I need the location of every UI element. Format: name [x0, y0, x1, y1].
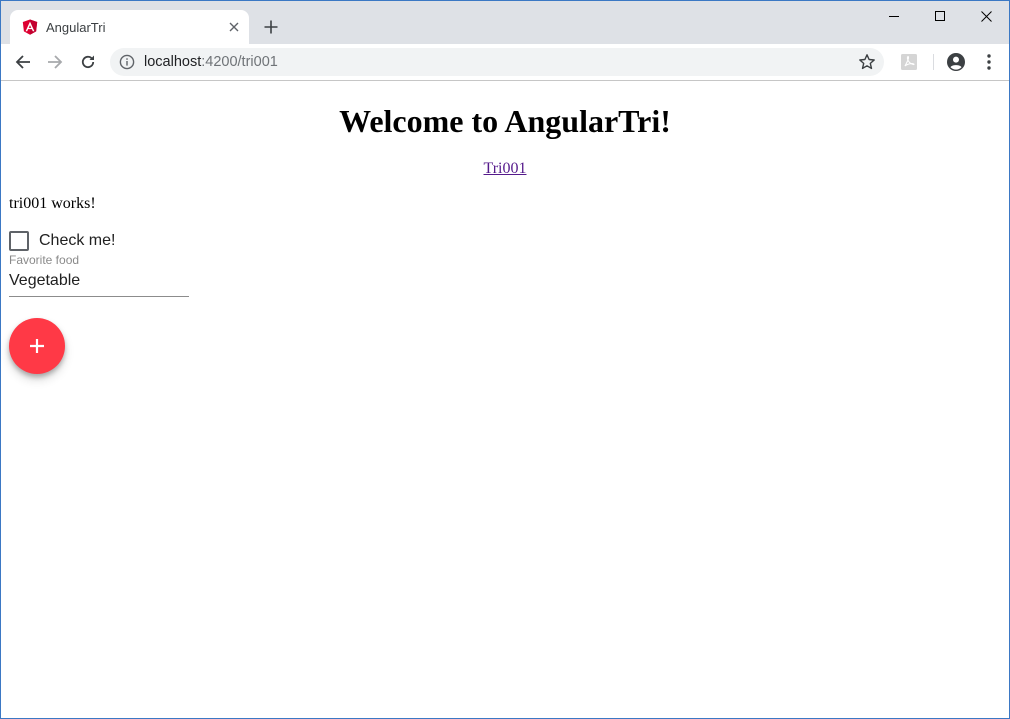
component-works-text: tri001 works!	[9, 195, 96, 212]
check-me-checkbox[interactable]: Check me!	[9, 231, 115, 251]
browser-tab[interactable]: AngularTri	[10, 10, 249, 44]
window-maximize-icon[interactable]	[917, 1, 963, 31]
plus-icon	[30, 339, 44, 353]
checkbox-box[interactable]	[9, 231, 29, 251]
tab-close-icon[interactable]	[225, 18, 243, 36]
tri001-link[interactable]: Tri001	[484, 160, 527, 177]
angular-logo-icon	[22, 19, 38, 35]
reload-icon[interactable]	[76, 50, 100, 74]
tab-title: AngularTri	[46, 20, 106, 35]
url-path: :4200/tri001	[201, 54, 278, 70]
page-title: Welcome to AngularTri!	[339, 103, 671, 139]
field-label: Favorite food	[9, 253, 80, 267]
back-arrow-icon[interactable]	[11, 50, 35, 74]
checkbox-label[interactable]: Check me!	[39, 232, 115, 250]
profile-avatar-icon[interactable]	[946, 52, 966, 72]
browser-toolbar: localhost:4200/tri001	[1, 44, 1009, 81]
page-content: Welcome to AngularTri! Tri001 tri001 wor…	[1, 81, 1009, 718]
window-close-icon[interactable]	[963, 1, 1009, 31]
tab-strip: AngularTri	[1, 1, 1009, 44]
new-tab-plus-icon[interactable]	[261, 17, 281, 37]
site-info-icon[interactable]	[119, 54, 135, 70]
pdf-extension-icon[interactable]	[899, 52, 919, 72]
url-text[interactable]: localhost:4200/tri001	[144, 54, 278, 70]
browser-menu-icon[interactable]	[979, 52, 999, 72]
select-value[interactable]: Vegetable	[9, 272, 80, 290]
window-minimize-icon[interactable]	[871, 1, 917, 31]
favorite-food-select[interactable]: Favorite food Vegetable	[9, 251, 189, 298]
field-underline	[9, 296, 189, 297]
forward-arrow-icon[interactable]	[43, 50, 67, 74]
address-bar[interactable]: localhost:4200/tri001	[110, 48, 884, 76]
add-fab-button[interactable]	[9, 318, 65, 374]
browser-window: AngularTri localhost:4200/tri001 Welcome…	[0, 0, 1010, 719]
bookmark-star-icon[interactable]	[858, 53, 876, 71]
toolbar-separator	[933, 54, 934, 70]
url-host: localhost	[144, 54, 202, 70]
nav-link-container: Tri001	[1, 160, 1009, 178]
